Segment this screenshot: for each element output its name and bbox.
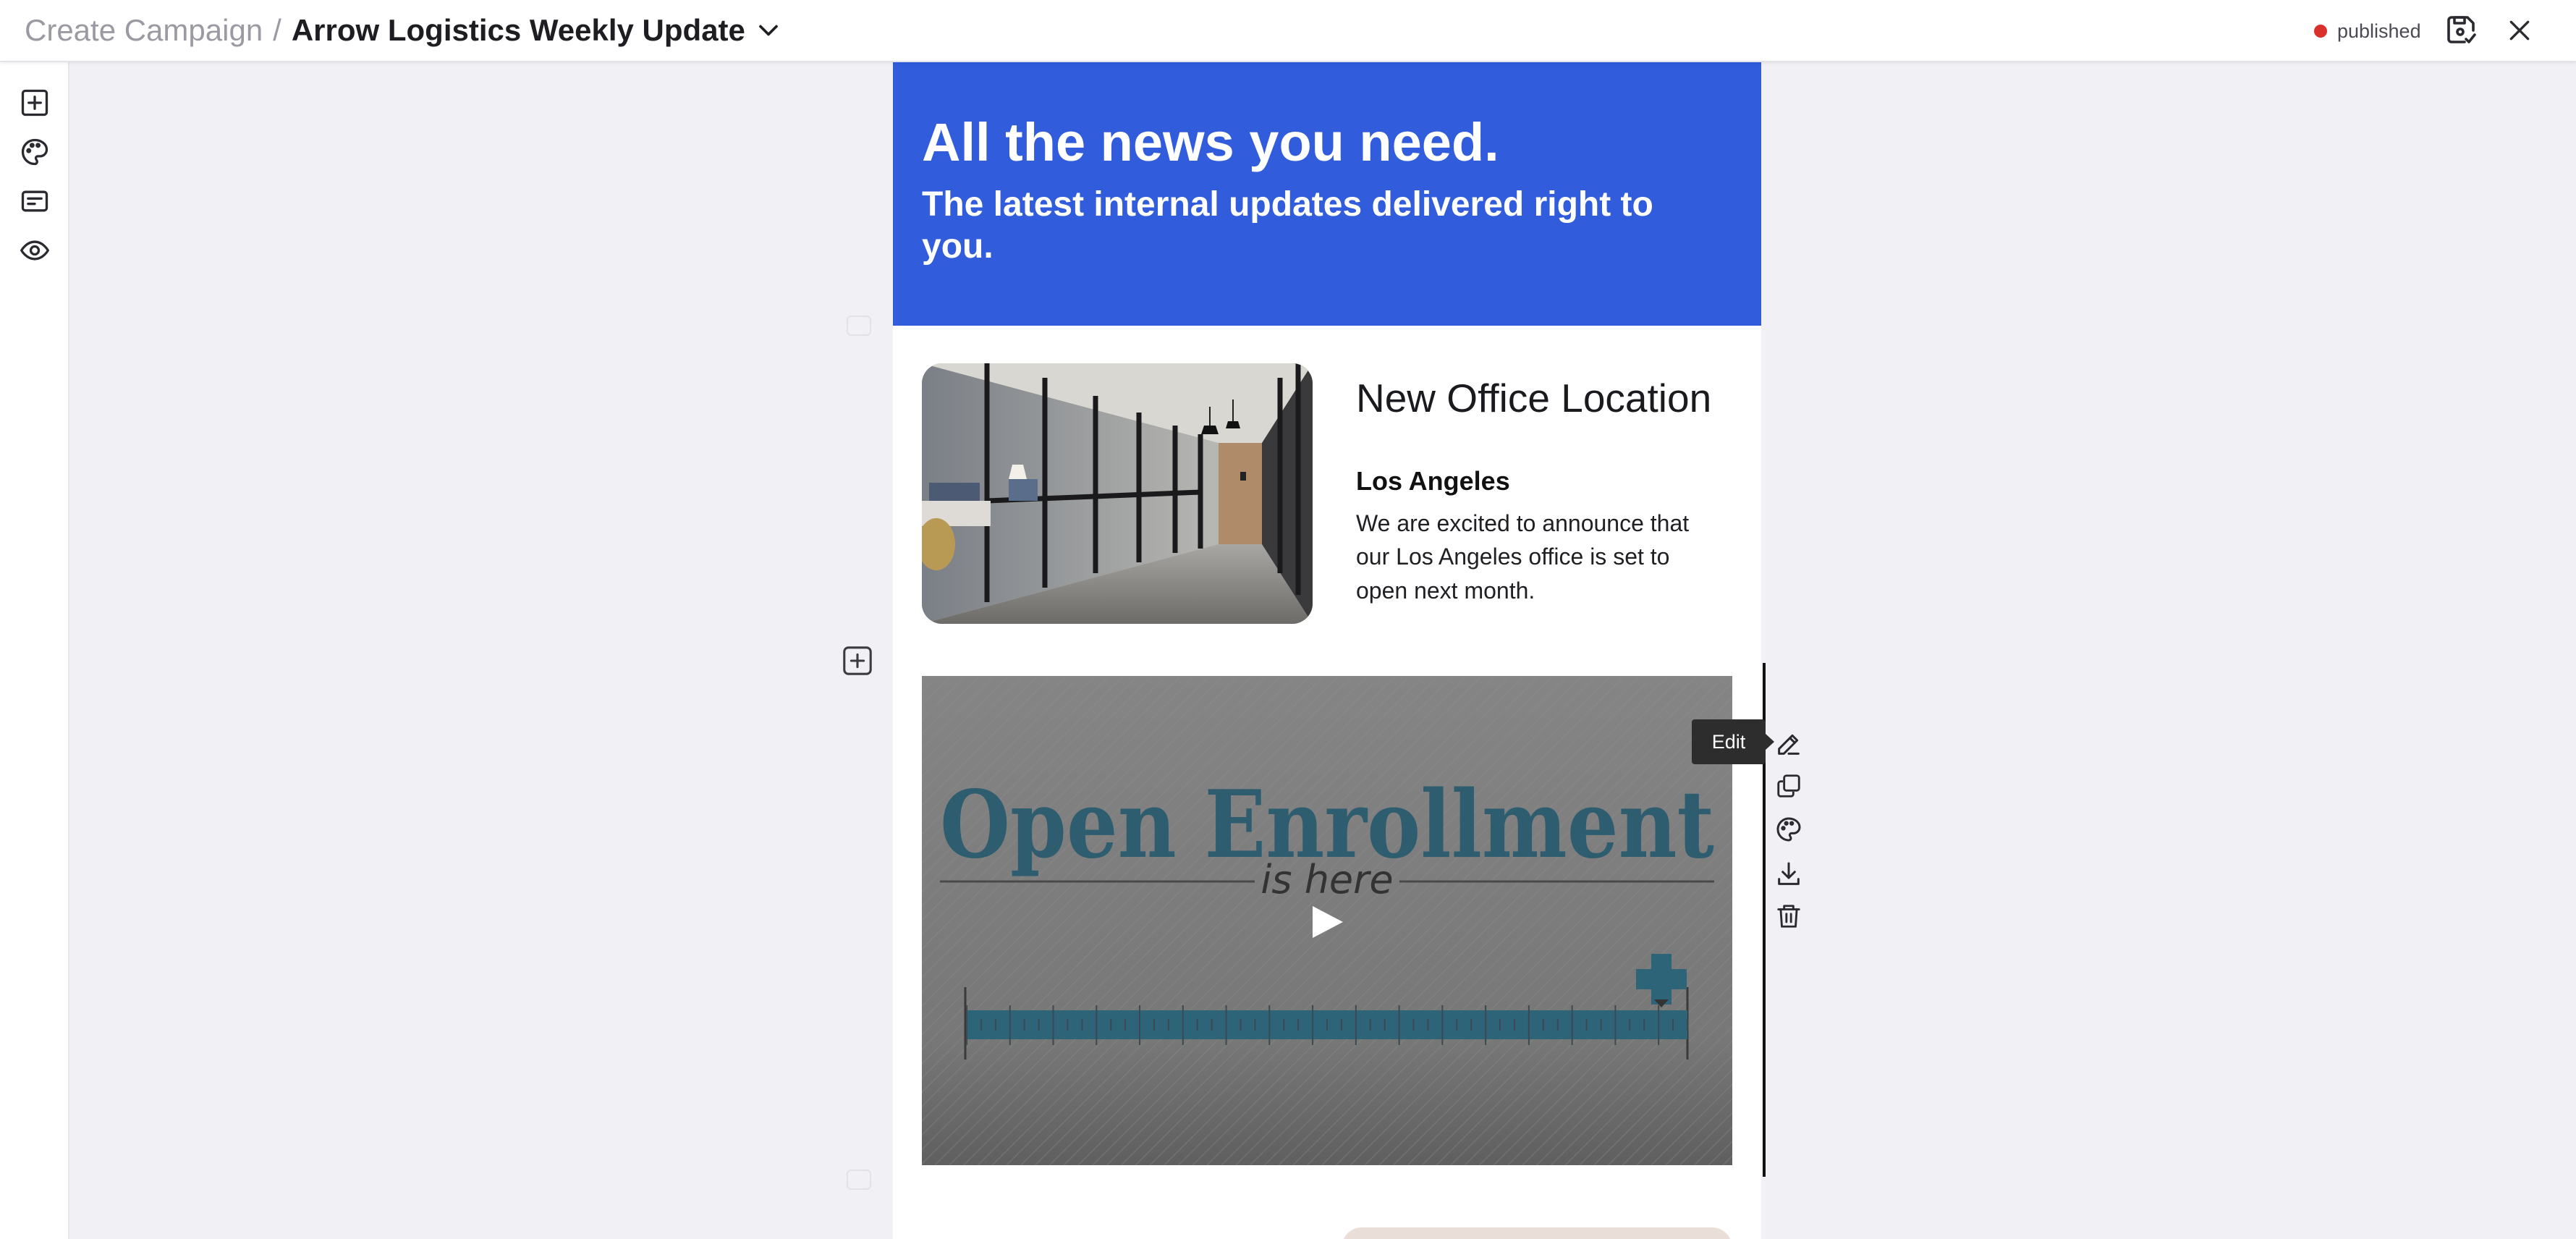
edit-icon bbox=[1778, 734, 1800, 755]
palette-icon bbox=[1776, 817, 1801, 842]
download-block-button[interactable] bbox=[1771, 857, 1806, 892]
theme-button[interactable] bbox=[12, 130, 58, 174]
download-icon bbox=[1778, 862, 1800, 885]
duplicate-icon bbox=[1777, 774, 1800, 798]
block-handle[interactable] bbox=[847, 1170, 871, 1190]
hero-subtitle: The latest internal updates delivered ri… bbox=[922, 185, 1653, 266]
office-photo[interactable] bbox=[922, 363, 1313, 624]
top-bar: Create Campaign / Arrow Logistics Weekly… bbox=[0, 0, 2576, 62]
office-hallway-image bbox=[922, 363, 1313, 624]
breadcrumb-separator: / bbox=[273, 13, 281, 47]
article-body: We are excited to announce that our Los … bbox=[1356, 510, 1690, 604]
video-thumbnail-image: Open Enrollment is here bbox=[922, 676, 1732, 1165]
form-icon bbox=[21, 190, 48, 212]
breadcrumb-root-link[interactable]: Create Campaign bbox=[25, 13, 263, 48]
add-block-button[interactable] bbox=[12, 81, 58, 124]
close-button[interactable] bbox=[2498, 9, 2541, 52]
delete-icon bbox=[1777, 905, 1800, 928]
status-label: published bbox=[2337, 20, 2421, 42]
next-article-photo[interactable] bbox=[1342, 1227, 1732, 1239]
preview-button[interactable] bbox=[12, 229, 58, 272]
article-subtitle: Los Angeles bbox=[1356, 466, 1510, 496]
palette-icon bbox=[21, 138, 48, 166]
article-title: New Office Location bbox=[1356, 376, 1712, 420]
video-tagline: is here bbox=[1261, 857, 1393, 902]
add-block-icon bbox=[843, 646, 872, 675]
duplicate-block-button[interactable] bbox=[1771, 769, 1806, 803]
edit-block-button[interactable] bbox=[1771, 727, 1806, 761]
insert-block-button[interactable] bbox=[841, 644, 874, 677]
campaign-title[interactable]: Arrow Logistics Weekly Update bbox=[292, 13, 745, 48]
block-style-button[interactable] bbox=[1771, 812, 1806, 847]
add-block-icon bbox=[21, 89, 48, 117]
hero-section[interactable]: All the news you need. The latest intern… bbox=[893, 62, 1761, 326]
save-button[interactable] bbox=[2440, 9, 2483, 52]
left-toolbar bbox=[0, 62, 69, 1239]
status-dot bbox=[2314, 25, 2327, 38]
block-handle[interactable] bbox=[847, 316, 871, 336]
form-button[interactable] bbox=[12, 179, 58, 223]
hero-title: All the news you need. bbox=[922, 112, 1499, 172]
save-check-icon bbox=[2447, 16, 2476, 43]
status-badge: published bbox=[2314, 16, 2421, 46]
video-block[interactable]: Open Enrollment is here bbox=[922, 676, 1732, 1165]
eye-icon bbox=[20, 240, 49, 261]
close-icon bbox=[2509, 20, 2530, 41]
chevron-down-icon[interactable] bbox=[753, 14, 784, 46]
breadcrumb: Create Campaign / Arrow Logistics Weekly… bbox=[25, 9, 784, 52]
delete-block-button[interactable] bbox=[1771, 899, 1806, 934]
tooltip: Edit bbox=[1692, 719, 1774, 764]
email-canvas: All the news you need. The latest intern… bbox=[893, 62, 1761, 1239]
